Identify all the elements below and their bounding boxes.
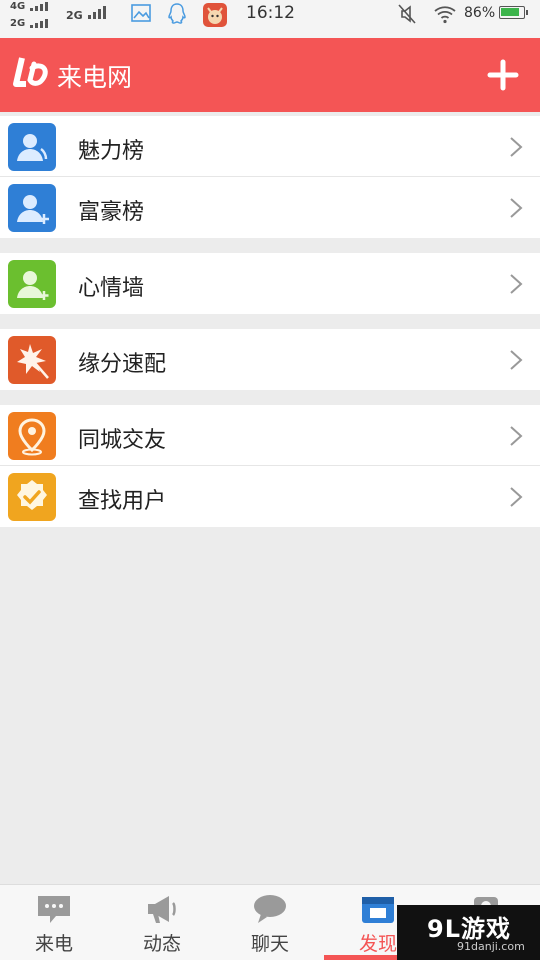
location-pin-icon [8,412,56,460]
discover-icon [362,897,394,923]
gallery-icon [131,4,151,22]
app-header: 来电网 [0,38,540,112]
status-bar: 4G 2G 2G 16:12 86% [0,0,540,38]
network-type-bottom: 2G [10,18,26,29]
menu-group-mood: 心情墙 [0,253,540,314]
battery-percent: 86% [464,5,496,21]
chevron-right-icon [510,426,523,446]
signal-bars-bottom-icon [30,19,48,28]
fate-match-icon [8,336,56,384]
battery-level-fill [501,8,519,16]
chevron-right-icon [510,487,523,507]
tab-chat[interactable]: 聊天 [216,885,324,960]
signal-bars-top-icon [30,2,48,11]
chevron-right-icon [510,350,523,370]
network-type-secondary: 2G [66,9,83,22]
plus-icon[interactable] [484,56,522,94]
network-type-top: 4G [10,1,26,12]
qq-icon [168,3,186,24]
menu-item-label: 同城交友 [78,428,167,453]
charm-ranking-icon [8,123,56,171]
chevron-right-icon [510,137,523,157]
discover-menu: 魅力榜 富豪榜 心情墙 缘分速配 同城交友 查找用户 [0,116,540,542]
watermark-sub: 91danji.com [457,940,525,953]
dual-signal-indicator: 4G 2G [10,0,58,34]
menu-item-label: 魅力榜 [78,139,145,164]
rich-ranking-icon [8,184,56,232]
badge-check-icon [8,473,56,521]
mood-wall-icon [8,260,56,308]
menu-item-charm-ranking[interactable]: 魅力榜 [0,116,540,177]
menu-group-match: 缘分速配 [0,329,540,390]
menu-item-local-friends[interactable]: 同城交友 [0,405,540,466]
watermark-main: 9L游戏 [427,915,511,943]
menu-item-label: 缘分速配 [78,352,167,377]
wifi-icon [434,6,456,24]
menu-item-label: 查找用户 [78,489,167,514]
chevron-right-icon [510,198,523,218]
chevron-right-icon [510,274,523,294]
menu-group-social: 同城交友 查找用户 [0,405,540,527]
signal-bars-secondary-icon [88,5,106,19]
tab-label: 动态 [142,933,181,955]
chat-bubble-icon [254,895,286,923]
menu-item-rich-ranking[interactable]: 富豪榜 [0,177,540,238]
tab-label: 聊天 [250,933,289,955]
megaphone-icon [148,896,176,923]
tab-calls[interactable]: 来电 [0,885,108,960]
menu-group-rankings: 魅力榜 富豪榜 [0,116,540,238]
site-watermark: 9L游戏 91danji.com [397,905,540,960]
cat-app-icon [203,3,227,27]
tab-moments[interactable]: 动态 [108,885,216,960]
tab-label: 来电 [34,933,73,955]
menu-item-mood-wall[interactable]: 心情墙 [0,253,540,314]
app-title: 来电网 [57,63,133,92]
clock: 16:12 [246,3,295,23]
message-box-icon [38,896,70,923]
menu-item-label: 富豪榜 [78,200,145,225]
menu-item-fate-match[interactable]: 缘分速配 [0,329,540,390]
menu-item-label: 心情墙 [78,276,145,301]
mute-icon [398,4,416,24]
menu-item-find-user[interactable]: 查找用户 [0,466,540,527]
battery-icon [499,6,528,19]
laidian-logo-icon [13,57,48,87]
